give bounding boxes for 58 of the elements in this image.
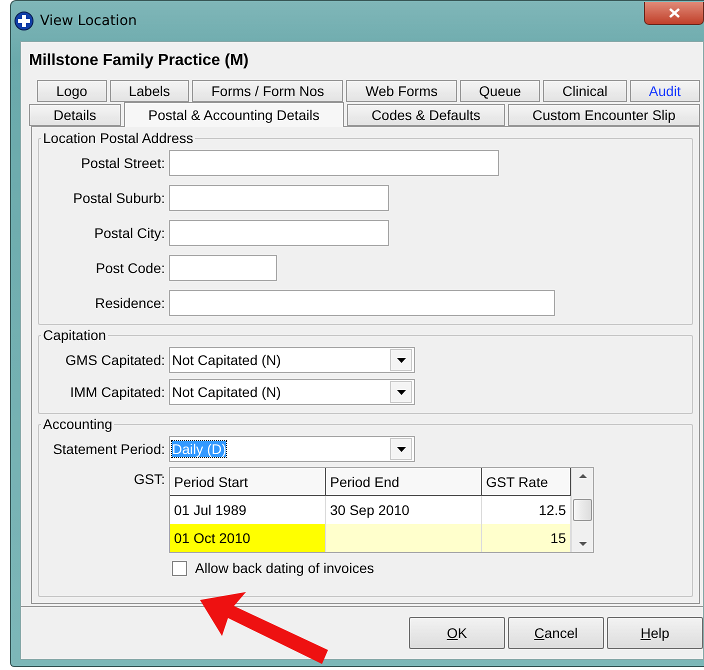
tab[interactable]: Clinical (543, 80, 627, 102)
dropdown-field[interactable]: Not Capitated (N) (169, 379, 415, 405)
tab[interactable]: Queue (460, 80, 540, 102)
group-title: Capitation (42, 327, 108, 343)
field-label: Postal Suburb: (72, 190, 165, 206)
tab[interactable]: Logo (37, 80, 107, 102)
tab[interactable]: Codes & Defaults (346, 104, 505, 126)
dropdown-button[interactable] (390, 349, 412, 371)
tab[interactable]: Web Forms (346, 80, 457, 102)
tab[interactable]: Postal & Accounting Details (124, 102, 344, 127)
field-label: GST: (132, 471, 165, 487)
scrollbar[interactable] (571, 468, 593, 552)
dialog-button[interactable]: OK (409, 617, 505, 649)
dropdown-button[interactable] (390, 438, 412, 460)
caret-icon (396, 446, 406, 452)
practice-name: Millstone Family Practice (M) (28, 51, 250, 71)
input-field[interactable] (169, 185, 389, 211)
dialog-button[interactable]: Help (607, 617, 703, 649)
table-cell: 15 (482, 524, 571, 552)
input-field[interactable] (169, 255, 277, 281)
field-label: Residence: (94, 295, 165, 311)
combo-value: Not Capitated (N) (172, 352, 281, 368)
input-field[interactable] (169, 150, 499, 176)
dropdown-field[interactable]: Not Capitated (N) (169, 347, 415, 373)
combo-value: Daily (D) (172, 441, 226, 457)
field-label: Statement Period: (52, 441, 165, 457)
window-title: View Location (40, 13, 137, 29)
checkbox[interactable] (172, 560, 187, 576)
column-header: GST Rate (482, 468, 571, 496)
table-cell: 01 Oct 2010 (170, 524, 326, 552)
column-header: Period End (326, 468, 482, 496)
checkbox-label: Allow back dating of invoices (195, 560, 375, 576)
input-field[interactable] (169, 220, 389, 246)
group-title: Accounting (42, 416, 114, 432)
tab[interactable]: Labels (110, 80, 190, 102)
dropdown-button[interactable] (390, 381, 412, 403)
app-icon (14, 11, 34, 31)
tab[interactable]: Details (29, 104, 121, 126)
field-label: Post Code: (94, 260, 165, 276)
close-icon (668, 8, 680, 18)
group-title: Location Postal Address (42, 130, 194, 146)
field-label: IMM Capitated: (69, 384, 165, 400)
tab[interactable]: Forms / Form Nos (192, 80, 344, 102)
caret-icon (396, 358, 406, 362)
scroll-thumb[interactable] (573, 499, 592, 521)
close-button[interactable] (644, 2, 704, 24)
dialog-button[interactable]: Cancel (508, 617, 604, 649)
combo-value: Not Capitated (N) (172, 384, 281, 400)
field-label: Postal Street: (80, 155, 165, 171)
tab[interactable]: Audit (630, 80, 700, 102)
tab[interactable]: Custom Encounter Slip (508, 104, 700, 126)
column-header: Period Start (170, 468, 326, 496)
down-arrow-icon (578, 542, 586, 546)
caret-icon (396, 390, 406, 394)
input-field[interactable] (169, 290, 555, 316)
up-arrow-icon (578, 474, 586, 478)
field-label: Postal City: (93, 225, 165, 241)
field-label: GMS Capitated: (64, 352, 165, 368)
